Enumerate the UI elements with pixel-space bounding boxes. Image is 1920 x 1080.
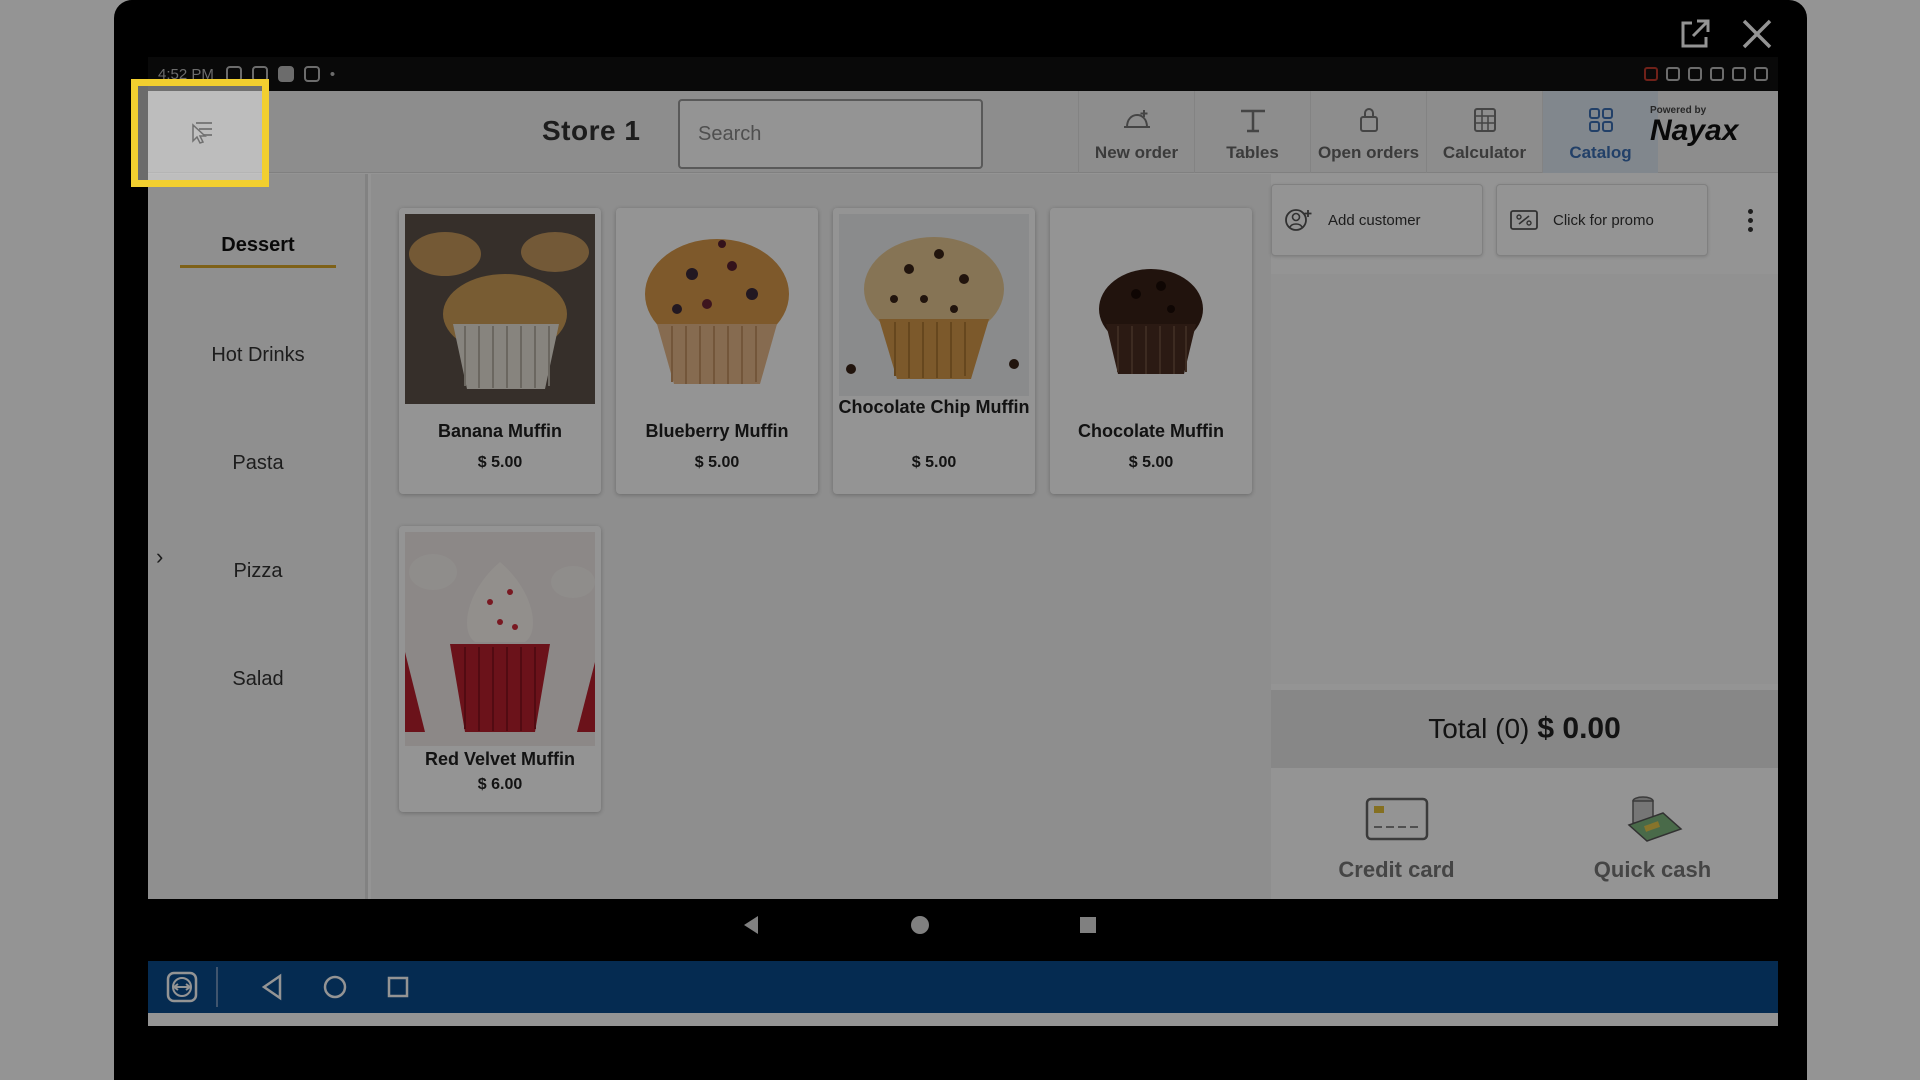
promo-label: Click for promo — [1553, 211, 1654, 229]
order-items-area — [1271, 274, 1778, 684]
teamviewer-icon[interactable] — [166, 971, 198, 1008]
category-dessert[interactable]: Dessert — [148, 234, 368, 268]
app-header: Store 1 New order Tables Open orders — [148, 91, 1778, 173]
product-price: $ 5.00 — [477, 454, 523, 471]
product-name: Blueberry Muffin — [645, 421, 789, 441]
product-card[interactable]: Blueberry Muffin $ 5.00 — [616, 208, 818, 494]
top-nav: New order Tables Open orders Calculator — [1078, 91, 1658, 173]
product-name: Chocolate Chip Muffin — [838, 397, 1030, 417]
category-salad[interactable]: Salad — [148, 668, 368, 691]
home-icon[interactable] — [908, 913, 932, 942]
recents-icon[interactable] — [1076, 913, 1100, 942]
search-input[interactable] — [678, 99, 983, 169]
recents-icon[interactable] — [384, 971, 412, 1008]
brand-name: Nayax — [1650, 114, 1739, 147]
catalog-button[interactable]: Catalog — [1542, 91, 1658, 173]
product-price: $ 5.00 — [1128, 454, 1174, 471]
cast-icon — [1644, 67, 1658, 81]
back-icon[interactable] — [258, 971, 286, 1008]
new-order-button[interactable]: New order — [1078, 91, 1194, 173]
open-orders-button[interactable]: Open orders — [1310, 91, 1426, 173]
catalog-label: Catalog — [1569, 143, 1632, 162]
android-status-bar: 4:52 PM • — [148, 57, 1778, 91]
nayax-logo: Powered by Nayax — [1650, 105, 1770, 146]
lock-icon — [1352, 105, 1386, 135]
calculator-icon — [1468, 105, 1502, 135]
tables-label: Tables — [1226, 143, 1279, 162]
eye-icon — [1688, 67, 1702, 81]
cash-icon — [1627, 796, 1682, 842]
window-controls — [1675, 14, 1777, 54]
product-name: Red Velvet Muffin — [424, 749, 576, 769]
calculator-label: Calculator — [1442, 143, 1527, 162]
chevron-right-icon[interactable]: › — [156, 544, 163, 570]
calculator-button[interactable]: Calculator — [1426, 91, 1542, 173]
product-price: $ 6.00 — [477, 776, 523, 793]
open-orders-label: Open orders — [1317, 143, 1420, 162]
tablet-screen: 4:52 PM • Store 1 Search New order Table… — [148, 57, 1778, 1026]
product-price: $ 5.00 — [911, 454, 957, 471]
status-icons — [1644, 67, 1768, 81]
table-icon — [1236, 105, 1270, 135]
grid-icon — [1584, 105, 1618, 135]
close-icon[interactable] — [1737, 14, 1777, 54]
square-icon — [277, 66, 294, 82]
credit-card-button[interactable]: Credit card — [1271, 772, 1522, 899]
product-name: Chocolate Muffin — [1078, 421, 1224, 441]
product-card[interactable]: Red Velvet Muffin $ 6.00 — [399, 526, 601, 812]
credit-card-icon — [1365, 797, 1428, 841]
new-order-label: New order — [1094, 143, 1179, 162]
category-hot-drinks[interactable]: Hot Drinks — [148, 344, 368, 367]
remote-control-bar — [148, 961, 1778, 1013]
divider — [216, 967, 218, 1007]
add-customer-button[interactable]: Add customer — [1271, 184, 1483, 256]
banana-muffin-image — [405, 214, 595, 404]
product-card[interactable]: Banana Muffin $ 5.00 — [399, 208, 601, 494]
chocolate-muffin-image — [1056, 214, 1246, 404]
credit-card-label: Credit card — [1338, 857, 1455, 882]
battery-icon — [1754, 67, 1768, 81]
product-grid: Banana Muffin $ 5.00 Blueberry Muffin $ … — [371, 174, 1271, 899]
blueberry-muffin-image — [622, 214, 812, 404]
total-value: $ 0.00 — [1537, 712, 1621, 745]
quick-cash-label: Quick cash — [1593, 857, 1712, 882]
promo-icon — [1510, 210, 1538, 230]
back-icon[interactable] — [740, 913, 762, 942]
add-customer-label: Add customer — [1328, 211, 1421, 229]
dot-icon: • — [329, 65, 336, 83]
open-external-icon[interactable] — [1675, 14, 1715, 54]
tables-button[interactable]: Tables — [1194, 91, 1310, 173]
product-card[interactable]: Chocolate Chip Muffin $ 5.00 — [833, 208, 1035, 494]
store-title: Store 1 — [542, 115, 641, 146]
new-order-icon — [1120, 105, 1154, 135]
category-pizza[interactable]: Pizza — [148, 560, 368, 583]
total-label: Total (0) — [1428, 713, 1530, 744]
remote-icon — [303, 66, 320, 82]
wifi-icon — [1710, 67, 1724, 81]
bluetooth-icon — [1666, 67, 1680, 81]
product-card[interactable]: Chocolate Muffin $ 5.00 — [1050, 208, 1252, 494]
promo-button[interactable]: Click for promo — [1496, 184, 1708, 256]
product-price: $ 5.00 — [694, 454, 740, 471]
order-panel: Add customer Click for promo Total (0) $… — [1271, 174, 1778, 899]
product-name: Banana Muffin — [438, 421, 562, 441]
red-velvet-muffin-image — [405, 532, 595, 746]
category-sidebar: Dessert Hot Drinks Pasta Pizza Salad › — [148, 174, 368, 899]
more-options-icon[interactable] — [1740, 200, 1760, 240]
home-icon[interactable] — [320, 971, 350, 1008]
quick-cash-button[interactable]: Quick cash — [1527, 772, 1778, 899]
category-pasta[interactable]: Pasta — [148, 452, 368, 475]
signal-icon — [1732, 67, 1746, 81]
chocolate-chip-muffin-image — [839, 214, 1029, 396]
order-total: Total (0) $ 0.00 — [1271, 690, 1778, 768]
android-nav-bar — [148, 899, 1778, 961]
add-user-icon — [1285, 209, 1312, 231]
highlight-box — [131, 79, 269, 187]
